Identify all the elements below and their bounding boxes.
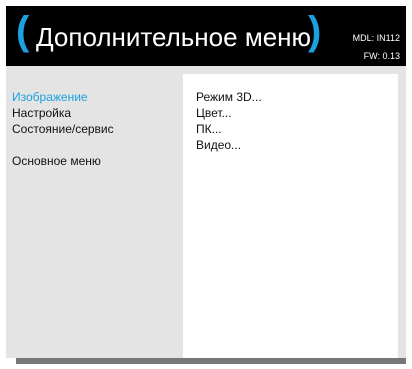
submenu-item-video[interactable]: Видео...	[196, 137, 262, 153]
firmware-label: FW: 0.13	[363, 51, 400, 61]
nav-item-status-service[interactable]: Состояние/сервис	[12, 121, 114, 137]
nav-item-main-menu[interactable]: Основное меню	[12, 153, 114, 169]
submenu-panel: Режим 3D... Цвет... ПК... Видео...	[183, 74, 398, 358]
menu-header: ( Дополнительное меню ) MDL: IN112 FW: 0…	[6, 6, 406, 66]
model-label: MDL: IN112	[352, 33, 400, 43]
nav-item-setup[interactable]: Настройка	[12, 105, 114, 121]
title-right-bracket: )	[308, 9, 322, 53]
submenu-item-color[interactable]: Цвет...	[196, 105, 262, 121]
menu-body: Изображение Настройка Состояние/сервис О…	[6, 66, 406, 358]
bottom-shadow-bar	[16, 358, 406, 364]
nav-list: Изображение Настройка Состояние/сервис О…	[12, 89, 114, 169]
submenu-item-pc[interactable]: ПК...	[196, 121, 262, 137]
title-left-bracket: (	[16, 9, 30, 53]
osd-menu: ( Дополнительное меню ) MDL: IN112 FW: 0…	[6, 6, 406, 364]
menu-title: Дополнительное меню	[36, 22, 312, 52]
submenu-list: Режим 3D... Цвет... ПК... Видео...	[196, 89, 262, 153]
submenu-item-3d-mode[interactable]: Режим 3D...	[196, 89, 262, 105]
nav-item-image[interactable]: Изображение	[12, 89, 114, 105]
